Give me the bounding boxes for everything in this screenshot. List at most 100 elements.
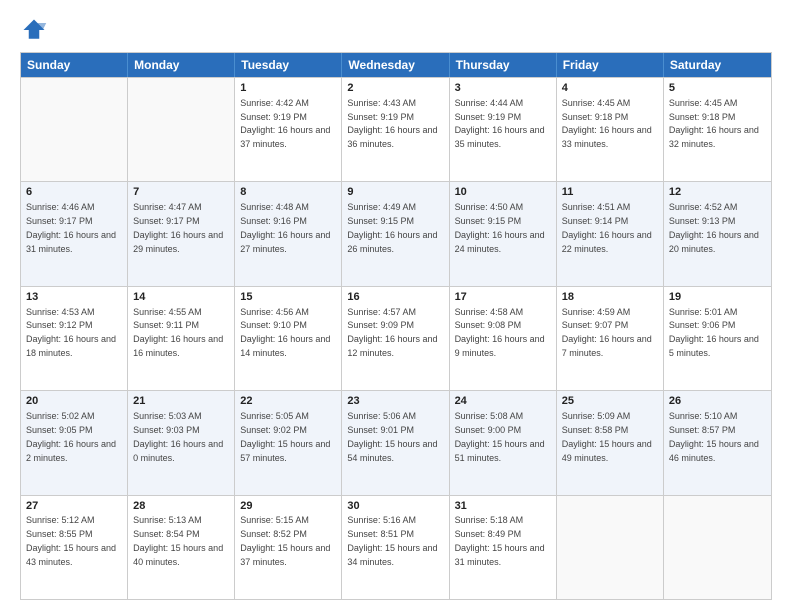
logo [20,16,52,44]
day-number: 5 [669,81,766,96]
page: SundayMondayTuesdayWednesdayThursdayFrid… [0,0,792,612]
cell-info: Sunrise: 4:56 AMSunset: 9:10 PMDaylight:… [240,307,330,358]
cell-info: Sunrise: 4:42 AMSunset: 9:19 PMDaylight:… [240,98,330,149]
calendar-cell [21,78,128,181]
cell-info: Sunrise: 5:08 AMSunset: 9:00 PMDaylight:… [455,411,545,462]
day-number: 24 [455,394,551,409]
cell-info: Sunrise: 4:47 AMSunset: 9:17 PMDaylight:… [133,202,223,253]
calendar-cell: 5 Sunrise: 4:45 AMSunset: 9:18 PMDaylight… [664,78,771,181]
day-number: 10 [455,185,551,200]
day-number: 12 [669,185,766,200]
calendar-cell: 6 Sunrise: 4:46 AMSunset: 9:17 PMDaylight… [21,182,128,285]
cell-info: Sunrise: 4:58 AMSunset: 9:08 PMDaylight:… [455,307,545,358]
calendar-cell: 30Sunrise: 5:16 AMSunset: 8:51 PMDayligh… [342,496,449,599]
cell-info: Sunrise: 5:06 AMSunset: 9:01 PMDaylight:… [347,411,437,462]
cell-info: Sunrise: 5:09 AMSunset: 8:58 PMDaylight:… [562,411,652,462]
cell-info: Sunrise: 4:57 AMSunset: 9:09 PMDaylight:… [347,307,437,358]
calendar-cell: 3Sunrise: 4:44 AMSunset: 9:19 PMDaylight… [450,78,557,181]
day-number: 25 [562,394,658,409]
calendar-header-cell: Sunday [21,53,128,77]
cell-info: Sunrise: 4:45 AMSunset: 9:18 PMDaylight:… [562,98,652,149]
cell-info: Sunrise: 4:59 AMSunset: 9:07 PMDaylight:… [562,307,652,358]
calendar-cell: 14 Sunrise: 4:55 AMSunset: 9:11 PMDayligh… [128,287,235,390]
cell-info: Sunrise: 5:12 AMSunset: 8:55 PMDaylight:… [26,515,116,566]
day-number: 23 [347,394,443,409]
cell-info: Sunrise: 4:49 AMSunset: 9:15 PMDaylight:… [347,202,437,253]
calendar: SundayMondayTuesdayWednesdayThursdayFrid… [20,52,772,600]
day-number: 31 [455,499,551,514]
cell-info: Sunrise: 5:01 AMSunset: 9:06 PMDaylight:… [669,307,759,358]
calendar-cell: 2Sunrise: 4:43 AMSunset: 9:19 PMDaylight… [342,78,449,181]
cell-info: Sunrise: 5:15 AMSunset: 8:52 PMDaylight:… [240,515,330,566]
day-number: 19 [669,290,766,305]
calendar-cell: 31Sunrise: 5:18 AMSunset: 8:49 PMDayligh… [450,496,557,599]
calendar-cell: 19 Sunrise: 5:01 AMSunset: 9:06 PMDayligh… [664,287,771,390]
calendar-header: SundayMondayTuesdayWednesdayThursdayFrid… [21,53,771,77]
cell-info: Sunrise: 5:10 AMSunset: 8:57 PMDaylight:… [669,411,759,462]
calendar-cell: 9 Sunrise: 4:49 AMSunset: 9:15 PMDaylight… [342,182,449,285]
calendar-cell: 17 Sunrise: 4:58 AMSunset: 9:08 PMDayligh… [450,287,557,390]
day-number: 14 [133,290,229,305]
calendar-cell: 4Sunrise: 4:45 AMSunset: 9:18 PMDaylight… [557,78,664,181]
calendar-body: 1 Sunrise: 4:42 AMSunset: 9:19 PMDaylight… [21,77,771,599]
day-number: 29 [240,499,336,514]
day-number: 15 [240,290,336,305]
cell-info: Sunrise: 5:05 AMSunset: 9:02 PMDaylight:… [240,411,330,462]
day-number: 21 [133,394,229,409]
calendar-cell: 28Sunrise: 5:13 AMSunset: 8:54 PMDayligh… [128,496,235,599]
cell-info: Sunrise: 4:55 AMSunset: 9:11 PMDaylight:… [133,307,223,358]
calendar-header-cell: Wednesday [342,53,449,77]
calendar-cell: 20Sunrise: 5:02 AMSunset: 9:05 PMDayligh… [21,391,128,494]
day-number: 28 [133,499,229,514]
calendar-header-cell: Monday [128,53,235,77]
calendar-week: 27Sunrise: 5:12 AMSunset: 8:55 PMDayligh… [21,495,771,599]
cell-info: Sunrise: 4:51 AMSunset: 9:14 PMDaylight:… [562,202,652,253]
day-number: 8 [240,185,336,200]
calendar-cell: 18 Sunrise: 4:59 AMSunset: 9:07 PMDayligh… [557,287,664,390]
calendar-cell: 1 Sunrise: 4:42 AMSunset: 9:19 PMDaylight… [235,78,342,181]
day-number: 11 [562,185,658,200]
calendar-header-cell: Tuesday [235,53,342,77]
cell-info: Sunrise: 5:18 AMSunset: 8:49 PMDaylight:… [455,515,545,566]
calendar-cell: 15 Sunrise: 4:56 AMSunset: 9:10 PMDayligh… [235,287,342,390]
calendar-cell: 26 Sunrise: 5:10 AMSunset: 8:57 PMDayligh… [664,391,771,494]
cell-info: Sunrise: 4:45 AMSunset: 9:18 PMDaylight:… [669,98,759,149]
cell-info: Sunrise: 4:53 AMSunset: 9:12 PMDaylight:… [26,307,116,358]
day-number: 27 [26,499,122,514]
calendar-cell: 29Sunrise: 5:15 AMSunset: 8:52 PMDayligh… [235,496,342,599]
day-number: 17 [455,290,551,305]
cell-info: Sunrise: 4:48 AMSunset: 9:16 PMDaylight:… [240,202,330,253]
day-number: 18 [562,290,658,305]
cell-info: Sunrise: 4:43 AMSunset: 9:19 PMDaylight:… [347,98,437,149]
cell-info: Sunrise: 5:03 AMSunset: 9:03 PMDaylight:… [133,411,223,462]
calendar-cell: 8 Sunrise: 4:48 AMSunset: 9:16 PMDaylight… [235,182,342,285]
calendar-week: 20Sunrise: 5:02 AMSunset: 9:05 PMDayligh… [21,390,771,494]
day-number: 9 [347,185,443,200]
calendar-cell: 27Sunrise: 5:12 AMSunset: 8:55 PMDayligh… [21,496,128,599]
calendar-cell: 11 Sunrise: 4:51 AMSunset: 9:14 PMDayligh… [557,182,664,285]
logo-icon [20,16,48,44]
cell-info: Sunrise: 5:13 AMSunset: 8:54 PMDaylight:… [133,515,223,566]
day-number: 16 [347,290,443,305]
calendar-cell: 7Sunrise: 4:47 AMSunset: 9:17 PMDaylight… [128,182,235,285]
day-number: 6 [26,185,122,200]
day-number: 20 [26,394,122,409]
calendar-cell [557,496,664,599]
cell-info: Sunrise: 4:46 AMSunset: 9:17 PMDaylight:… [26,202,116,253]
calendar-cell: 16 Sunrise: 4:57 AMSunset: 9:09 PMDayligh… [342,287,449,390]
calendar-header-cell: Saturday [664,53,771,77]
calendar-cell [128,78,235,181]
calendar-week: 1 Sunrise: 4:42 AMSunset: 9:19 PMDaylight… [21,77,771,181]
calendar-cell: 22Sunrise: 5:05 AMSunset: 9:02 PMDayligh… [235,391,342,494]
header [20,16,772,44]
day-number: 13 [26,290,122,305]
day-number: 1 [240,81,336,96]
calendar-week: 6 Sunrise: 4:46 AMSunset: 9:17 PMDaylight… [21,181,771,285]
day-number: 26 [669,394,766,409]
calendar-cell: 21 Sunrise: 5:03 AMSunset: 9:03 PMDayligh… [128,391,235,494]
calendar-week: 13 Sunrise: 4:53 AMSunset: 9:12 PMDayligh… [21,286,771,390]
cell-info: Sunrise: 4:44 AMSunset: 9:19 PMDaylight:… [455,98,545,149]
calendar-cell: 23 Sunrise: 5:06 AMSunset: 9:01 PMDayligh… [342,391,449,494]
calendar-cell: 13 Sunrise: 4:53 AMSunset: 9:12 PMDayligh… [21,287,128,390]
calendar-cell: 10Sunrise: 4:50 AMSunset: 9:15 PMDayligh… [450,182,557,285]
